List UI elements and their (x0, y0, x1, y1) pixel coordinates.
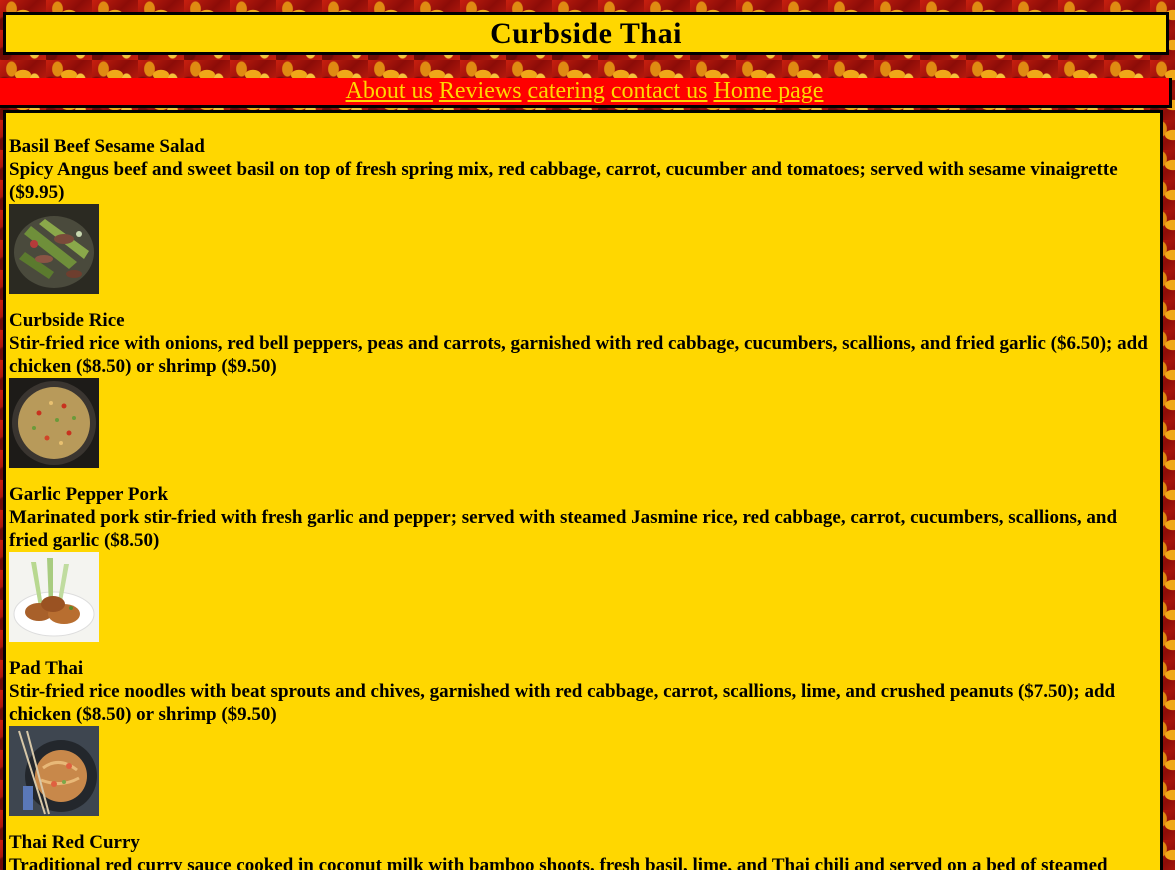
menu-item: Curbside Rice Stir-fried rice with onion… (9, 309, 1160, 468)
site-title: Curbside Thai (490, 16, 682, 50)
fried-rice-photo (9, 378, 99, 468)
site-header: Curbside Thai (3, 12, 1169, 55)
nav-link-about-us[interactable]: About us (346, 78, 433, 105)
nav-link-catering[interactable]: catering (528, 78, 605, 105)
nav-link-home-page[interactable]: Home page (713, 78, 823, 105)
pork-plate-photo (9, 552, 99, 642)
menu-item-description: Stir-fried rice with onions, red bell pe… (9, 333, 1148, 377)
menu-item: Pad Thai Stir-fried rice noodles with be… (9, 657, 1160, 816)
menu-item-description: Marinated pork stir-fried with fresh gar… (9, 507, 1118, 551)
menu-item-description: Stir-fried rice noodles with beat sprout… (9, 681, 1116, 725)
menu-item: Garlic Pepper Pork Marinated pork stir-f… (9, 483, 1160, 642)
menu-item: Basil Beef Sesame Salad Spicy Angus beef… (9, 135, 1160, 294)
menu-item-description: Spicy Angus beef and sweet basil on top … (9, 159, 1118, 203)
menu-item-name: Pad Thai (9, 658, 84, 679)
menu-item-name: Garlic Pepper Pork (9, 484, 169, 505)
nav-link-contact-us[interactable]: contact us (611, 78, 708, 105)
menu-content: Basil Beef Sesame Salad Spicy Angus beef… (3, 110, 1163, 870)
menu-item-name: Basil Beef Sesame Salad (9, 136, 205, 157)
menu-item-name: Curbside Rice (9, 310, 125, 331)
menu-item: Thai Red Curry Traditional red curry sau… (9, 831, 1160, 870)
nav-link-reviews[interactable]: Reviews (439, 78, 522, 105)
menu-item-name: Thai Red Curry (9, 832, 140, 853)
salad-photo (9, 204, 99, 294)
nav-bar: About us Reviews catering contact us Hom… (0, 78, 1172, 108)
pad-thai-photo (9, 726, 99, 816)
menu-item-description: Traditional red curry sauce cooked in co… (9, 855, 1108, 870)
